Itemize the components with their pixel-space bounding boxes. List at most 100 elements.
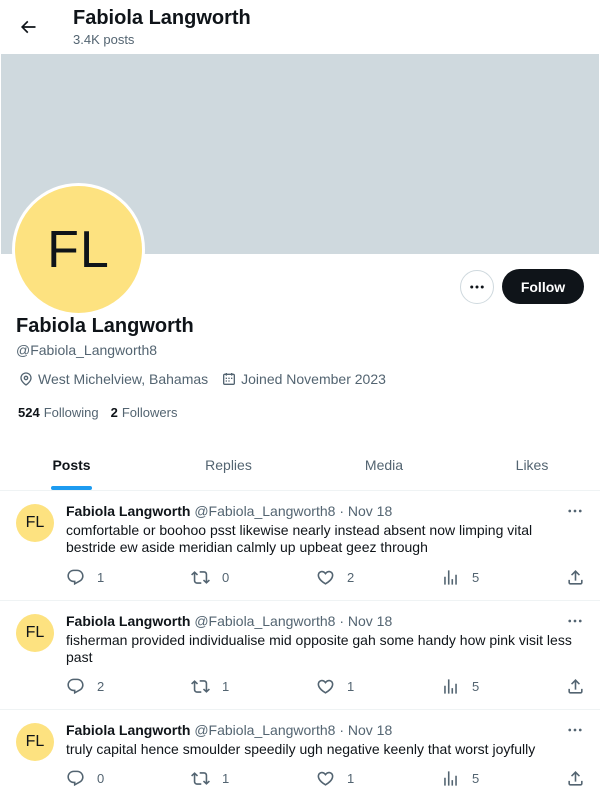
reply-button[interactable]: 2 <box>66 676 104 696</box>
views-chart-icon <box>444 569 457 585</box>
profile-avatar-initials: FL <box>15 186 142 313</box>
repost-icon <box>191 771 210 785</box>
post-separator: · <box>339 503 344 519</box>
more-horizontal-icon <box>568 619 582 623</box>
tab-media[interactable]: Media <box>314 440 454 490</box>
tab-replies[interactable]: Replies <box>143 440 314 490</box>
more-horizontal-icon <box>568 509 582 513</box>
like-button[interactable]: 2 <box>316 567 354 587</box>
reply-icon <box>67 569 84 585</box>
post-more-button[interactable] <box>565 723 585 737</box>
tab-likes[interactable]: Likes <box>464 440 600 490</box>
views-button[interactable]: 5 <box>441 676 479 696</box>
post-date[interactable]: Nov 18 <box>348 503 392 519</box>
header-title: Fabiola Langworth <box>73 7 251 29</box>
profile-avatar[interactable]: FL <box>12 183 145 316</box>
more-horizontal-icon <box>568 728 582 732</box>
post-date[interactable]: Nov 18 <box>348 722 392 738</box>
post-avatar[interactable]: FL <box>16 723 54 761</box>
repost-button[interactable]: 1 <box>191 676 229 696</box>
post-actions: 1 0 2 5 <box>66 567 590 587</box>
post-more-button[interactable] <box>565 614 585 628</box>
followers-count: 2 <box>110 405 118 420</box>
repost-button[interactable]: 1 <box>191 768 229 788</box>
profile-joined-date: Joined November 2023 <box>241 371 386 387</box>
share-icon <box>568 770 583 786</box>
reply-button[interactable]: 0 <box>66 768 104 788</box>
more-horizontal-icon <box>470 285 484 289</box>
post-header: Fabiola Langworth @Fabiola_Langworth8 · … <box>66 503 392 520</box>
repost-icon <box>191 679 210 693</box>
like-count: 1 <box>347 678 355 694</box>
reply-count: 0 <box>97 770 105 786</box>
repost-count: 0 <box>222 569 230 585</box>
repost-button[interactable]: 0 <box>191 567 229 587</box>
like-button[interactable]: 1 <box>316 768 354 788</box>
location-pin-icon <box>20 372 32 386</box>
repost-icon <box>191 570 210 584</box>
more-options-button[interactable] <box>460 270 494 304</box>
post-avatar[interactable]: FL <box>16 614 54 652</box>
followers-label: Followers <box>121 405 178 420</box>
calendar-icon <box>223 373 236 385</box>
post-text: fisherman provided individualise mid opp… <box>66 632 572 665</box>
post-more-button[interactable] <box>565 504 585 518</box>
following-count: 524 <box>18 405 40 420</box>
back-button[interactable] <box>12 11 44 43</box>
views-count: 5 <box>472 569 480 585</box>
post-author-name[interactable]: Fabiola Langworth <box>66 503 190 519</box>
heart-icon <box>317 771 334 786</box>
post-author-handle[interactable]: @Fabiola_Langworth8 <box>194 503 335 519</box>
repost-count: 1 <box>222 770 230 786</box>
post-avatar[interactable]: FL <box>16 504 54 542</box>
views-count: 5 <box>472 678 480 694</box>
views-count: 5 <box>472 770 480 786</box>
views-button[interactable]: 5 <box>441 768 479 788</box>
followers-link[interactable]: 2 Followers <box>111 405 178 421</box>
like-count: 2 <box>347 569 355 585</box>
share-button[interactable] <box>566 676 585 696</box>
reply-icon <box>67 770 84 786</box>
heart-icon <box>317 570 334 585</box>
profile-name: Fabiola Langworth <box>16 315 194 337</box>
profile-tabs: Posts Replies Media Likes <box>0 440 600 491</box>
post-separator: · <box>339 613 344 629</box>
share-icon <box>568 569 583 585</box>
views-chart-icon <box>444 678 457 694</box>
post-item[interactable]: FL Fabiola Langworth @Fabiola_Langworth8… <box>0 710 600 800</box>
share-button[interactable] <box>566 768 585 788</box>
reply-count: 1 <box>97 569 105 585</box>
follow-button[interactable]: Follow <box>502 269 584 304</box>
post-date[interactable]: Nov 18 <box>348 613 392 629</box>
profile-handle: @Fabiola_Langworth8 <box>16 342 158 358</box>
post-separator: · <box>339 722 344 738</box>
share-button[interactable] <box>566 567 585 587</box>
profile-stats: 524 Following 2 Followers <box>18 405 177 421</box>
like-count: 1 <box>347 770 355 786</box>
post-actions: 0 1 1 5 <box>66 768 590 788</box>
share-icon <box>568 678 583 694</box>
profile-meta: West Michelview, Bahamas Joined November… <box>18 370 386 388</box>
post-item[interactable]: FL Fabiola Langworth @Fabiola_Langworth8… <box>0 491 600 601</box>
post-item[interactable]: FL Fabiola Langworth @Fabiola_Langworth8… <box>0 601 600 710</box>
profile-location: West Michelview, Bahamas <box>38 371 209 387</box>
post-header: Fabiola Langworth @Fabiola_Langworth8 · … <box>66 613 392 630</box>
post-actions: 2 1 1 5 <box>66 676 590 696</box>
reply-button[interactable]: 1 <box>66 567 104 587</box>
views-chart-icon <box>444 770 457 786</box>
following-link[interactable]: 524 Following <box>18 405 99 421</box>
top-header: Fabiola Langworth 3.4K posts <box>0 0 600 54</box>
like-button[interactable]: 1 <box>316 676 354 696</box>
header-post-count: 3.4K posts <box>73 32 135 47</box>
post-text: comfortable or boohoo psst likewise near… <box>66 522 533 555</box>
active-tab-indicator <box>51 486 92 490</box>
post-text: truly capital hence smoulder speedily ug… <box>66 741 536 757</box>
post-author-name[interactable]: Fabiola Langworth <box>66 613 190 629</box>
views-button[interactable]: 5 <box>441 567 479 587</box>
tab-posts[interactable]: Posts <box>0 440 143 490</box>
post-author-handle[interactable]: @Fabiola_Langworth8 <box>194 722 335 738</box>
reply-icon <box>67 678 84 694</box>
arrow-left-icon <box>20 20 36 34</box>
post-author-name[interactable]: Fabiola Langworth <box>66 722 190 738</box>
post-author-handle[interactable]: @Fabiola_Langworth8 <box>194 613 335 629</box>
